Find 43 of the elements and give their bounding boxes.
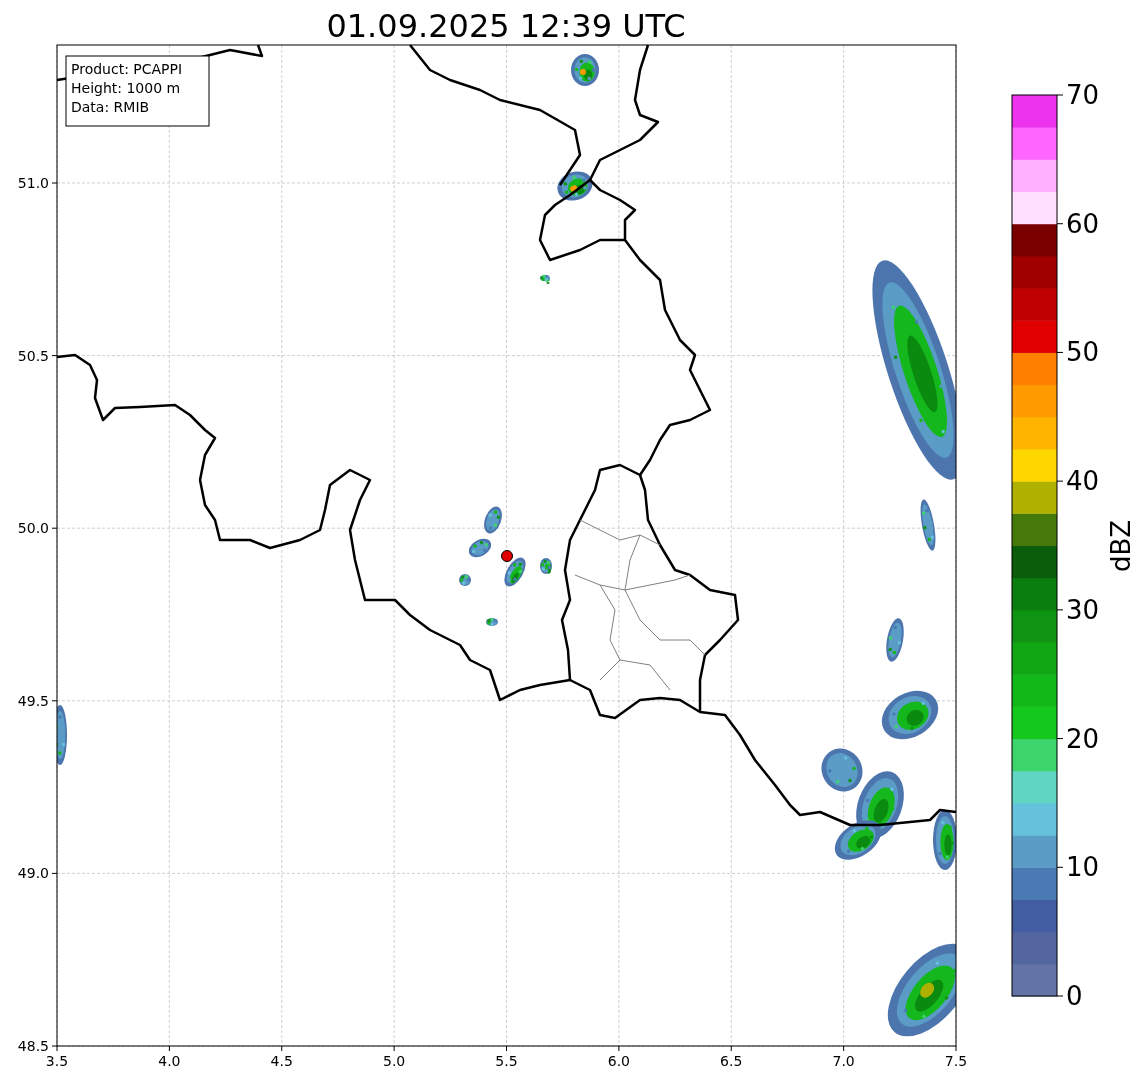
colorbar-tick-label: 10 — [1066, 852, 1100, 883]
radar-echo — [920, 499, 936, 551]
info-text: Data: RMIB — [71, 99, 150, 115]
x-axis-tick-label: 7.0 — [832, 1053, 855, 1069]
colorbar-tick-label: 40 — [1066, 466, 1100, 497]
x-axis-tick-label: 5.5 — [495, 1053, 518, 1069]
x-axis-tick-label: 6.5 — [720, 1053, 743, 1069]
x-axis-tick-label: 3.5 — [45, 1053, 69, 1069]
y-axis-tick-label: 51.0 — [17, 175, 49, 191]
colorbar-tick-label: 70 — [1066, 80, 1100, 110]
radar-echo — [484, 506, 502, 534]
radar-echo — [540, 558, 552, 574]
y-axis-tick-label: 48.5 — [17, 1038, 49, 1054]
colorbar-tick-label: 50 — [1066, 337, 1100, 368]
radar-echo — [571, 54, 599, 86]
x-axis-tick-label: 6.0 — [607, 1053, 630, 1069]
colorbar-label: dBZ — [1106, 519, 1136, 573]
info-text: Height: 1000 m — [71, 80, 181, 96]
colorbar-tick-label: 0 — [1066, 981, 1083, 1011]
y-axis-tick-label: 49.0 — [17, 865, 49, 882]
radar-echo — [886, 618, 904, 662]
radar-echo — [57, 705, 67, 765]
y-axis-tick-label: 49.5 — [17, 692, 49, 709]
x-axis-tick-label: 7.5 — [944, 1053, 968, 1069]
radar-site-marker — [501, 550, 513, 562]
radar-echo — [459, 574, 471, 586]
y-axis-tick-label: 50.0 — [17, 520, 49, 537]
y-axis-tick-label: 50.5 — [17, 347, 49, 364]
chart-title: 01.09.2025 12:39 UTC — [326, 7, 686, 45]
radar-echo — [881, 690, 939, 740]
colorbar-tick-label: 60 — [1066, 208, 1100, 239]
colorbar-tick-label: 20 — [1066, 723, 1100, 754]
radar-echo — [933, 810, 956, 870]
radar-echo — [486, 618, 498, 626]
info-text: Product: PCAPPI — [71, 61, 183, 77]
colorbar-tick-label: 30 — [1066, 594, 1100, 625]
radar-echo — [468, 538, 492, 558]
radar-echo — [540, 274, 550, 285]
x-axis-tick-label: 5.0 — [383, 1053, 406, 1069]
radar-echo — [504, 557, 526, 587]
x-axis-tick-label: 4.0 — [158, 1053, 181, 1069]
radar-echo — [557, 171, 593, 201]
x-axis-tick-label: 4.5 — [270, 1053, 293, 1069]
